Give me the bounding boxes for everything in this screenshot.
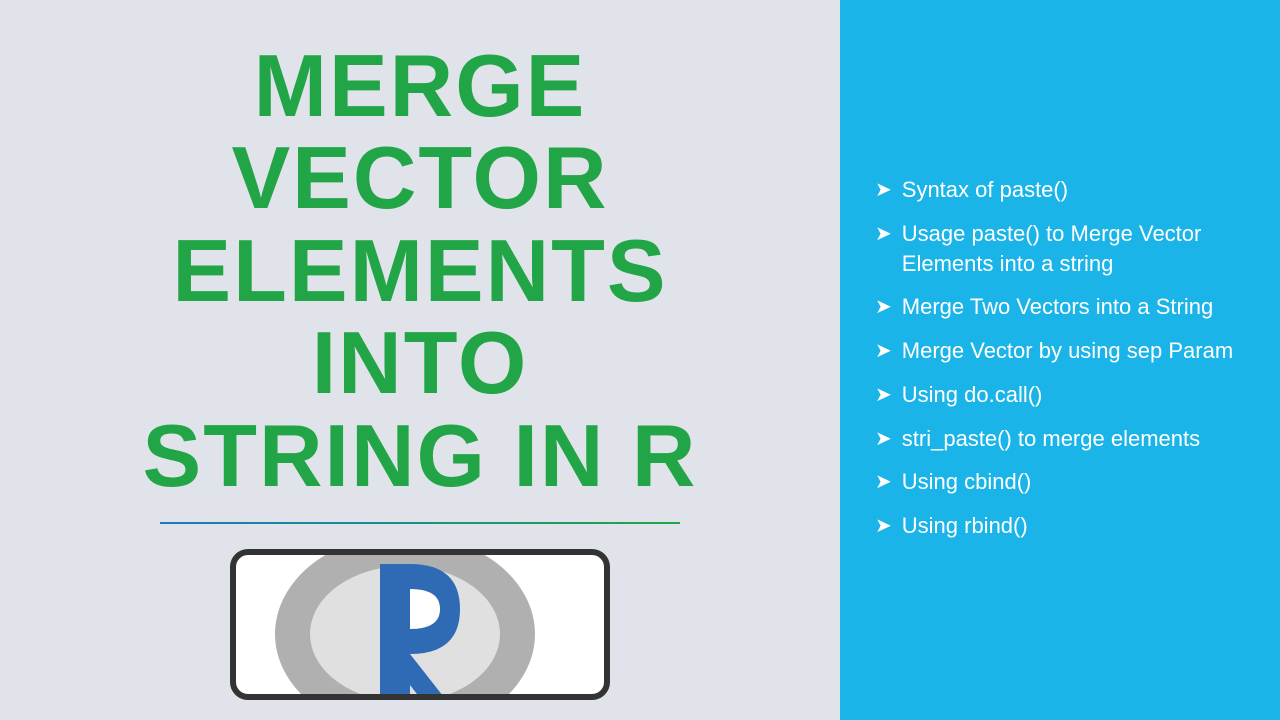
bullet-text-3: Merge Vector by using sep Param <box>902 336 1245 366</box>
bullet-arrow-7: ➤ <box>875 513 892 540</box>
bullet-arrow-2: ➤ <box>875 294 892 321</box>
bullet-item-3: ➤ Merge Vector by using sep Param <box>875 336 1245 366</box>
bullet-list: ➤ Syntax of paste() ➤ Usage paste() to Merg… <box>875 175 1245 554</box>
bullet-text-4: Using do.call() <box>902 380 1245 410</box>
title-line3: STRING IN R <box>143 406 698 505</box>
bullet-item-4: ➤ Using do.call() <box>875 380 1245 410</box>
bullet-text-1: Usage paste() to Merge Vector Elements i… <box>902 219 1245 278</box>
left-panel: MERGE VECTOR ELEMENTS INTO STRING IN R <box>0 0 840 720</box>
bullet-arrow-3: ➤ <box>875 338 892 365</box>
bullet-arrow-1: ➤ <box>875 221 892 248</box>
r-logo-container <box>230 549 610 700</box>
bullet-text-2: Merge Two Vectors into a String <box>902 292 1245 322</box>
bullet-arrow-6: ➤ <box>875 469 892 496</box>
bullet-arrow-4: ➤ <box>875 382 892 409</box>
divider-line <box>160 522 680 524</box>
main-title: MERGE VECTOR ELEMENTS INTO STRING IN R <box>60 40 780 502</box>
bullet-item-2: ➤ Merge Two Vectors into a String <box>875 292 1245 322</box>
r-logo-svg <box>260 549 580 700</box>
bullet-text-6: Using cbind() <box>902 467 1245 497</box>
bullet-arrow-0: ➤ <box>875 177 892 204</box>
bullet-item-1: ➤ Usage paste() to Merge Vector Elements … <box>875 219 1245 278</box>
bullet-text-5: stri_paste() to merge elements <box>902 424 1245 454</box>
title-line1: MERGE VECTOR <box>231 36 608 227</box>
bullet-item-0: ➤ Syntax of paste() <box>875 175 1245 205</box>
title-line2: ELEMENTS INTO <box>172 221 667 412</box>
right-panel: ➤ Syntax of paste() ➤ Usage paste() to Merg… <box>840 0 1280 720</box>
bullet-text-0: Syntax of paste() <box>902 175 1245 205</box>
bullet-arrow-5: ➤ <box>875 426 892 453</box>
bullet-item-5: ➤ stri_paste() to merge elements <box>875 424 1245 454</box>
bullet-item-6: ➤ Using cbind() <box>875 467 1245 497</box>
bullet-item-7: ➤ Using rbind() <box>875 511 1245 541</box>
bullet-text-7: Using rbind() <box>902 511 1245 541</box>
